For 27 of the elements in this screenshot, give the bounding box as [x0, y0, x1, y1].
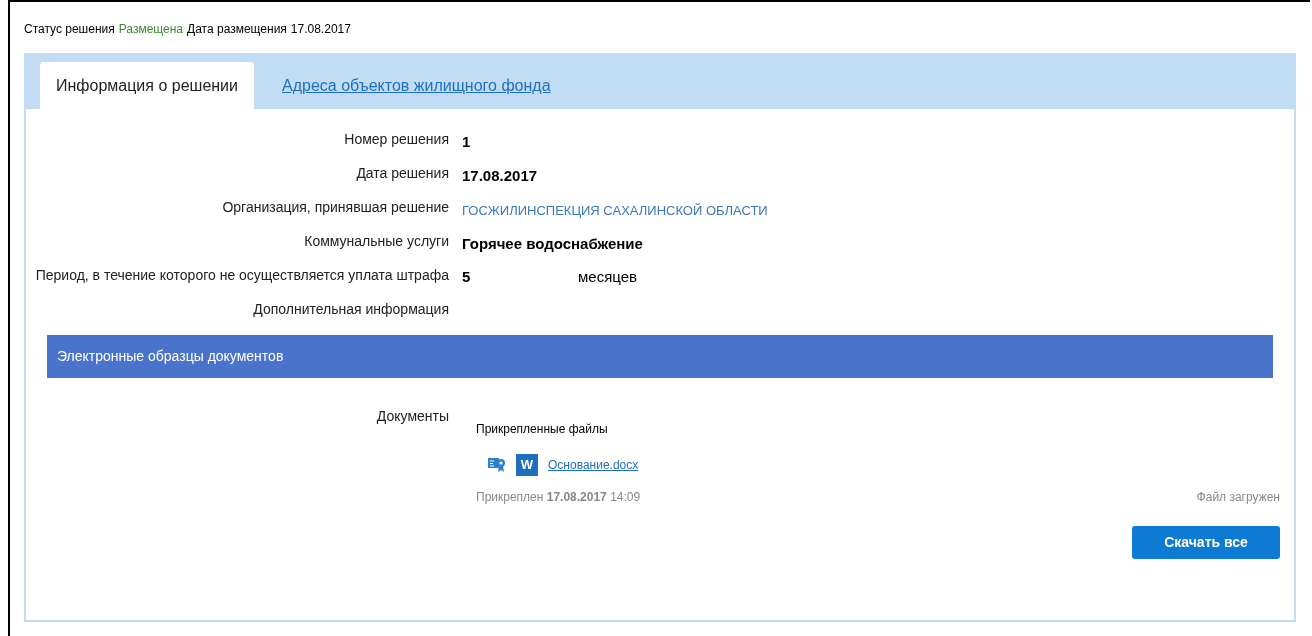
field-label: Организация, принявшая решение	[221, 198, 449, 215]
tab[interactable]: Адреса объектов жилищного фонда	[282, 62, 551, 109]
field-label: Номер решения	[343, 130, 449, 147]
attached-files-heading: Прикрепленные файлы	[476, 421, 609, 438]
organization-link[interactable]: ГОСЖИЛИНСПЕКЦИЯ САХАЛИНСКОЙ ОБЛАСТИ	[462, 203, 768, 218]
date-label: Дата размещения	[187, 21, 287, 38]
documents-label: Документы	[375, 407, 449, 426]
attached-date: Прикреплен 17.08.2017 14:09	[476, 489, 641, 506]
field-value: 5	[462, 267, 472, 287]
upload-status: Файл загружен	[1196, 489, 1280, 506]
status-value: Размещена	[118, 21, 184, 38]
field-label: Коммунальные услуги	[303, 232, 449, 249]
section-header: Электронные образцы документов	[47, 335, 1273, 378]
field-value: 1	[462, 133, 471, 150]
word-file-icon: W	[516, 454, 538, 476]
download-all-button[interactable]: Скачать все	[1132, 526, 1280, 559]
field-label: Дата решения	[355, 164, 449, 181]
file-link[interactable]: Основание.docx	[548, 456, 639, 474]
field-value: Горячее водоснабжение	[462, 235, 643, 252]
certificate-icon[interactable]	[488, 457, 506, 473]
unit-label: месяцев	[578, 267, 637, 287]
status-label: Статус решения	[24, 21, 115, 38]
field-label: Дополнительная информация	[252, 300, 449, 317]
tab[interactable]: Информация о решении	[40, 62, 254, 109]
field-value: 17.08.2017	[462, 167, 538, 184]
date-value: 17.08.2017	[290, 21, 351, 38]
field-label: Период, в течение которого не осуществляется уплата штрафа	[34, 266, 449, 283]
